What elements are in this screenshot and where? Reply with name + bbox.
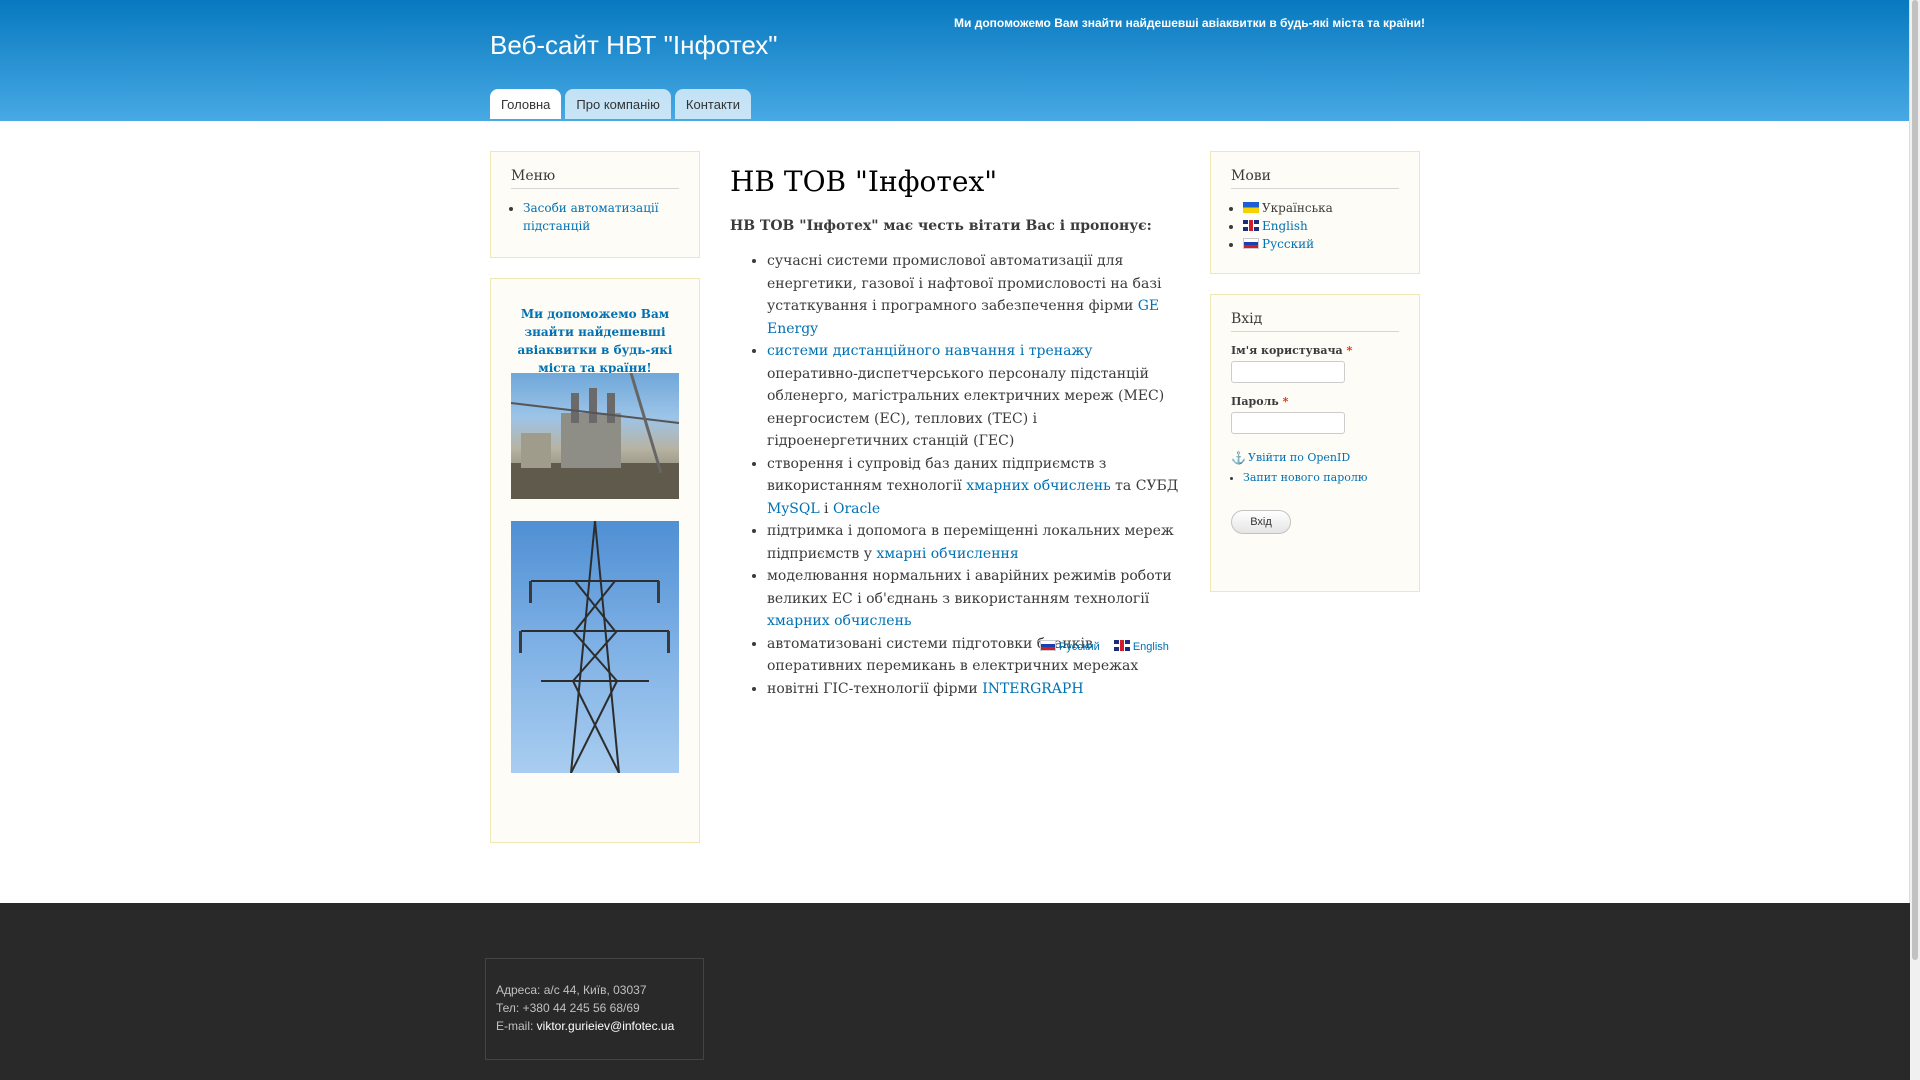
scrollbar-thumb[interactable] — [1912, 0, 1918, 960]
openid-icon: ⚓ — [1231, 451, 1246, 465]
service-link[interactable]: системи дистанційного навчання і тренажу — [767, 343, 1093, 359]
service-link[interactable]: хмарні обчислення — [876, 546, 1018, 562]
login-button[interactable]: Вхід — [1231, 510, 1291, 534]
site-header: Веб-сайт НВТ "Інфотех" Ми допоможемо Вам… — [0, 0, 1910, 121]
site-footer: Адреса: а/с 44, Київ, 03037 Тел: +380 44… — [0, 903, 1910, 1080]
flag-ua-icon — [1243, 202, 1259, 213]
service-item: створення і супровід баз даних підприємс… — [767, 453, 1180, 521]
tab-home[interactable]: Головна — [490, 89, 562, 119]
service-text: новітні ГІС-технології фірми — [767, 680, 983, 697]
site-slogan: Ми допоможемо Вам знайти найдешевші авіа… — [954, 16, 1426, 30]
substation-image — [511, 373, 679, 499]
login-block-title: Вхід — [1231, 311, 1399, 332]
service-item: новітні ГІС-технології фірми INTERGRAPH — [767, 678, 1180, 701]
service-link[interactable]: MySQL — [767, 501, 820, 517]
translation-ru-label: Русский — [1059, 641, 1100, 653]
language-link[interactable]: Русский — [1262, 237, 1314, 251]
menu-item[interactable]: Засоби автоматизації підстанцій — [523, 199, 679, 235]
footer-email-line: E-mail: viktor.gurieiev@infotec.ua — [496, 1017, 693, 1035]
translation-ru-link[interactable]: Русский — [1040, 640, 1100, 653]
login-block: Вхід Ім'я користувача * Пароль * ⚓ Увійти… — [1210, 294, 1420, 592]
page-scrollbar[interactable] — [1909, 0, 1920, 1080]
tab-contacts[interactable]: Контакти — [674, 89, 751, 119]
footer-email-label: E-mail: — [496, 1019, 537, 1033]
menu-block-title: Меню — [511, 168, 679, 189]
username-input[interactable] — [1231, 361, 1345, 383]
service-item: сучасні системи промислової автоматизаці… — [767, 250, 1180, 340]
services-list: сучасні системи промислової автоматизаці… — [730, 250, 1180, 700]
service-item: підтримка і допомога в переміщенні локал… — [767, 520, 1180, 565]
language-item-ukrainian[interactable]: Українська — [1243, 199, 1399, 217]
service-text: моделювання нормальних і аварійних режим… — [767, 568, 1172, 607]
service-link[interactable]: хмарних обчислень — [966, 478, 1111, 494]
service-item: системи дистанційного навчання і тренажу… — [767, 340, 1180, 453]
page-title: НВ ТОВ "Інфотех" — [730, 165, 998, 198]
service-link[interactable]: Oracle — [833, 501, 880, 517]
menu-block: Меню Засоби автоматизації підстанцій — [490, 151, 700, 258]
openid-link[interactable]: Увійти по OpenID — [1248, 451, 1350, 464]
footer-email[interactable]: viktor.gurieiev@infotec.ua — [537, 1019, 675, 1033]
username-label-text: Ім'я користувача — [1231, 344, 1343, 357]
power-tower-image — [511, 521, 679, 773]
language-item-russian[interactable]: Русский — [1243, 235, 1399, 253]
menu-list: Засоби автоматизації підстанцій — [511, 199, 679, 235]
footer-address: Адреса: а/с 44, Київ, 03037 — [496, 983, 647, 997]
required-mark: * — [1282, 395, 1289, 408]
service-link[interactable]: хмарних обчислень — [767, 613, 912, 629]
required-mark: * — [1346, 344, 1353, 357]
username-label: Ім'я користувача * — [1231, 344, 1399, 357]
password-label-text: Пароль — [1231, 395, 1279, 408]
language-item-english[interactable]: English — [1243, 217, 1399, 235]
language-label: Українська — [1262, 201, 1333, 215]
ad-text-link[interactable]: Ми допоможемо Вам знайти найдешевші авіа… — [511, 305, 679, 377]
flag-en-icon — [1243, 220, 1259, 231]
tab-about[interactable]: Про компанію — [565, 89, 671, 119]
password-input[interactable] — [1231, 412, 1345, 434]
menu-item-link[interactable]: Засоби автоматизації підстанцій — [523, 201, 659, 233]
site-name[interactable]: Веб-сайт НВТ "Інфотех" — [490, 30, 778, 61]
service-link[interactable]: INTERGRAPH — [982, 681, 1083, 697]
new-password-link[interactable]: Запит нового паролю — [1243, 471, 1367, 484]
flag-ru-icon — [1040, 640, 1056, 651]
service-text: та СУБД — [1110, 478, 1179, 494]
openid-item[interactable]: ⚓ Увійти по OpenID — [1231, 448, 1399, 468]
main-content: НВ ТОВ "Інфотех" НВ ТОВ "Інфотех" має че… — [730, 160, 1180, 700]
new-password-item[interactable]: Запит нового паролю — [1243, 468, 1399, 488]
main-menu-tabs: Головна Про компанію Контакти — [490, 89, 751, 119]
languages-list: Українська English Русский — [1231, 199, 1399, 253]
service-text: оперативно-диспетчерського персоналу під… — [767, 365, 1165, 450]
intro-text: НВ ТОВ "Інфотех" має честь вітати Вас і … — [730, 218, 1152, 234]
translation-links: Русский English — [1040, 640, 1169, 653]
ad-block: Ми допоможемо Вам знайти найдешевші авіа… — [490, 278, 700, 843]
footer-phone: Тел: +380 44 245 56 68/69 — [496, 1001, 640, 1015]
flag-ru-icon — [1243, 238, 1259, 249]
translation-en-label: English — [1132, 641, 1169, 653]
flag-en-icon — [1113, 640, 1130, 651]
password-label: Пароль * — [1231, 395, 1399, 408]
languages-block: Мови Українська English Русский — [1210, 151, 1420, 274]
login-links: ⚓Увійти по OpenID Запит нового паролю — [1231, 448, 1399, 488]
languages-block-title: Мови — [1231, 168, 1399, 189]
translation-en-link[interactable]: English — [1113, 640, 1169, 653]
service-item: моделювання нормальних і аварійних режим… — [767, 565, 1180, 633]
service-text: і — [819, 500, 833, 517]
contact-info-box: Адреса: а/с 44, Київ, 03037 Тел: +380 44… — [485, 958, 704, 1060]
language-link[interactable]: English — [1262, 219, 1308, 233]
service-text: сучасні системи промислової автоматизаці… — [767, 253, 1162, 314]
